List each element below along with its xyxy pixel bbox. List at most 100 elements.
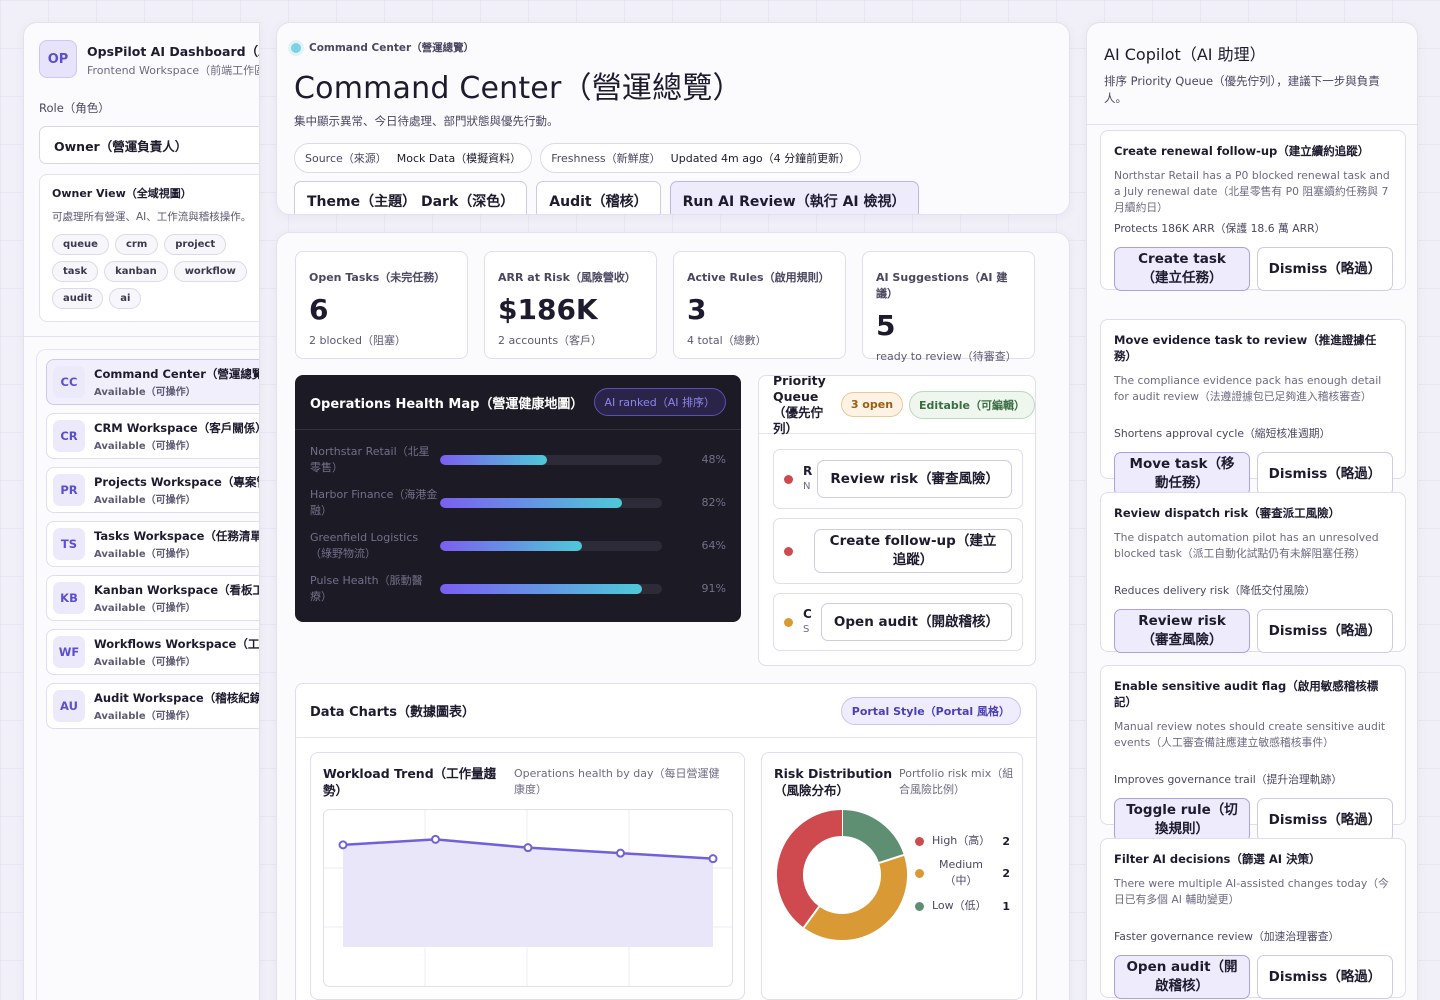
- freshness-key: Freshness（新鮮度）: [551, 152, 661, 165]
- suggestion-desc: Manual review notes should create sensit…: [1114, 720, 1386, 749]
- theme-button[interactable]: Theme（主題） Dark（深色）: [294, 181, 528, 214]
- nav-item-title: Workflows Workspace（工作流程）: [94, 637, 259, 651]
- source-value: Mock Data（模擬資料）: [396, 152, 522, 165]
- audit-button[interactable]: Audit（稽核）: [536, 181, 661, 214]
- health-row-name: Harbor Finance（海港金融）: [310, 487, 438, 517]
- nav-item-command-center[interactable]: CC Command Center（營運總覽） Available（可操作）: [46, 359, 259, 405]
- nav-item-tasks[interactable]: TS Tasks Workspace（任務清單） Available（可操作）: [46, 521, 259, 567]
- nav-item-title: Audit Workspace（稽核紀錄）: [94, 691, 259, 705]
- queue-item[interactable]: RN Review risk（審查風險）: [773, 449, 1023, 509]
- dismiss-button[interactable]: Dismiss（略過）: [1257, 452, 1393, 496]
- suggestion-action-button[interactable]: Create task（建立任務）: [1114, 247, 1250, 291]
- review-risk-button[interactable]: Review risk（審查風險）: [817, 460, 1012, 498]
- nav-item-title: Projects Workspace（專案管理）: [94, 475, 259, 489]
- health-bar-fill: [440, 583, 643, 594]
- health-row: Harbor Finance（海港金融） 82%: [295, 481, 741, 524]
- health-bar-track: [440, 540, 662, 551]
- role-select[interactable]: Owner（營運負責人）: [39, 126, 259, 164]
- workload-trend-title: Workload Trend（工作量趨勢）: [323, 766, 497, 798]
- copilot-description: 排序 Priority Queue（優先佇列），建議下一步與負責人。: [1104, 74, 1380, 105]
- copilot-divider: [1087, 124, 1417, 125]
- suggestion-card: Move evidence task to review（推進證據任務） The …: [1100, 319, 1406, 496]
- risk-distribution-title: Risk Distribution（風險分布）: [774, 766, 893, 798]
- chip-queue: queue: [52, 234, 109, 255]
- kpi-value: 3: [687, 293, 707, 326]
- suggestion-title: Create renewal follow-up（建立續約追蹤）: [1114, 144, 1370, 158]
- donut-slice: [841, 810, 904, 864]
- trend-point: [616, 848, 625, 858]
- app-title: OpsPilot AI Dashboard（AI 營運控制台）: [87, 43, 259, 59]
- legend-label: Medium（中）: [939, 858, 983, 887]
- ai-copilot-panel: AI Copilot（AI 助理） 排序 Priority Queue（優先佇列…: [1086, 22, 1418, 1000]
- nav-item-crm[interactable]: CR CRM Workspace（客戶關係） Available（可操作）: [46, 413, 259, 459]
- nav-icon-pr: PR: [53, 474, 85, 506]
- create-follow-up-button[interactable]: Create follow-up（建立追蹤）: [814, 529, 1012, 573]
- dismiss-button[interactable]: Dismiss（略過）: [1257, 247, 1393, 291]
- health-row-percent: 48%: [701, 453, 726, 466]
- run-ai-review-button[interactable]: Run AI Review（執行 AI 檢視）: [669, 181, 919, 214]
- main-content: Open Tasks（未完任務） 6 2 blocked（阻塞） ARR at …: [276, 232, 1070, 1000]
- queue-item[interactable]: CS Open audit（開啟稽核）: [773, 593, 1023, 651]
- risk-distribution-subtitle: Portfolio risk mix（組合風險比例）: [899, 767, 1014, 796]
- suggestion-impact: Protects 186K ARR（保護 18.6 萬 ARR）: [1114, 222, 1326, 235]
- kpi-sub: 2 blocked（阻塞）: [309, 334, 407, 347]
- workload-trend-subtitle: Operations health by day（每日營運健康度）: [514, 767, 720, 796]
- status-dot-icon: [291, 42, 301, 53]
- risk-donut-chart: [777, 810, 907, 940]
- breadcrumb-text: Command Center（營運總覽）: [309, 42, 475, 54]
- trend-point: [338, 840, 348, 850]
- suggestion-action-button[interactable]: Review risk（審查風險）: [1114, 609, 1250, 653]
- queue-item-initial: C: [803, 607, 812, 621]
- suggestion-title: Move evidence task to review（推進證據任務）: [1114, 333, 1377, 363]
- copilot-title: AI Copilot（AI 助理）: [1104, 45, 1266, 64]
- queue-item-sub: N: [803, 481, 811, 492]
- nav-item-status: Available（可操作）: [94, 495, 196, 506]
- nav-item-audit[interactable]: AU Audit Workspace（稽核紀錄） Available（可操作）: [46, 683, 259, 729]
- health-row-name: Northstar Retail（北星零售）: [310, 444, 430, 474]
- suggestion-title: Filter AI decisions（篩選 AI 決策）: [1114, 852, 1321, 866]
- donut-slice: [803, 854, 907, 940]
- priority-queue-title: Priority Queue（優先佇列）: [773, 375, 826, 436]
- dismiss-button[interactable]: Dismiss（略過）: [1257, 955, 1393, 999]
- kpi-label: AI Suggestions（AI 建議）: [876, 271, 1008, 300]
- operations-health-map: Operations Health Map（營運健康地圖） AI ranked（…: [295, 375, 741, 622]
- legend-value: 2: [1002, 866, 1010, 880]
- nav-icon-kb: KB: [53, 582, 85, 614]
- suggestion-desc: Northstar Retail has a P0 blocked renewa…: [1114, 169, 1390, 214]
- suggestion-action-button[interactable]: Open audit（開啟稽核）: [1114, 955, 1250, 999]
- suggestion-desc: The dispatch automation pilot has an unr…: [1114, 531, 1379, 560]
- nav-item-title: CRM Workspace（客戶關係）: [94, 421, 259, 435]
- freshness-value: Updated 4m ago（4 分鐘前更新）: [670, 152, 851, 165]
- nav-item-projects[interactable]: PR Projects Workspace（專案管理） Available（可操作…: [46, 467, 259, 513]
- suggestion-impact: Reduces delivery risk（降低交付風險）: [1114, 584, 1316, 597]
- app-subtitle: Frontend Workspace（前端工作區）: [87, 63, 259, 77]
- suggestion-action-button[interactable]: Move task（移動任務）: [1114, 452, 1250, 496]
- kpi-card-open-tasks: Open Tasks（未完任務） 6 2 blocked（阻塞）: [295, 251, 468, 359]
- dismiss-button[interactable]: Dismiss（略過）: [1257, 798, 1393, 842]
- nav-item-kanban[interactable]: KB Kanban Workspace（看板工作區） Available（可操作）: [46, 575, 259, 621]
- portal-style-badge: Portal Style（Portal 風格）: [840, 696, 1021, 725]
- data-charts-title: Data Charts（數據圖表）: [310, 705, 476, 720]
- chip-crm: crm: [114, 234, 159, 255]
- open-audit-button[interactable]: Open audit（開啟稽核）: [820, 603, 1012, 641]
- health-map-title: Operations Health Map（營運健康地圖）: [310, 396, 584, 412]
- nav-icon-cr: CR: [53, 420, 85, 452]
- priority-dot-icon: [784, 617, 793, 627]
- nav-item-workflows[interactable]: WF Workflows Workspace（工作流程） Available（可操…: [46, 629, 259, 675]
- editable-badge: Editable（可編輯）: [909, 390, 1035, 419]
- priority-dot-icon: [784, 546, 793, 556]
- sidebar: OP OpsPilot AI Dashboard（AI 營運控制台） Front…: [23, 22, 260, 1000]
- suggestion-desc: There were multiple AI-assisted changes …: [1114, 877, 1389, 906]
- queue-item[interactable]: Create follow-up（建立追蹤）: [773, 518, 1023, 584]
- legend-label: High（高）: [932, 834, 991, 847]
- queue-item-initial: R: [803, 464, 813, 478]
- trend-point: [431, 834, 440, 844]
- nav-icon-cc: CC: [53, 366, 85, 398]
- health-rows: Northstar Retail（北星零售） 48% Harbor Finance（…: [295, 430, 741, 610]
- source-badge: Source（來源） Mock Data（模擬資料）: [294, 143, 533, 173]
- legend-value: 1: [1002, 899, 1010, 913]
- workload-trend-card: Workload Trend（工作量趨勢） Operations health …: [310, 752, 745, 1000]
- nav-item-title: Kanban Workspace（看板工作區）: [94, 583, 259, 597]
- dismiss-button[interactable]: Dismiss（略過）: [1257, 609, 1393, 653]
- suggestion-action-button[interactable]: Toggle rule（切換規則）: [1114, 798, 1250, 842]
